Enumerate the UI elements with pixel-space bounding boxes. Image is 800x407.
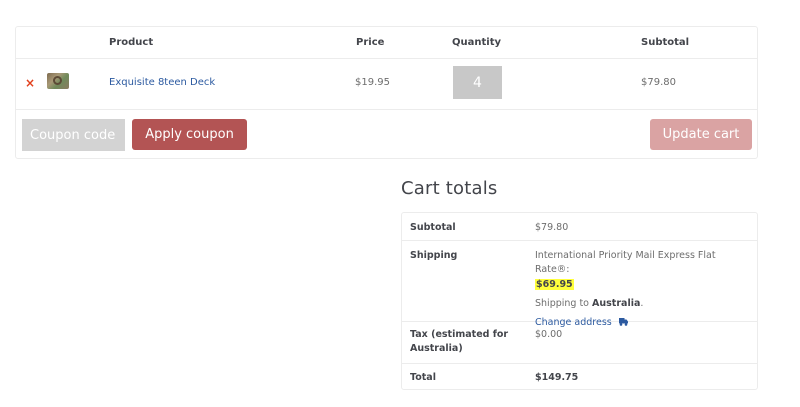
shipping-label: Shipping [410,250,458,261]
header-quantity: Quantity [452,37,501,48]
cart-totals-table: Subtotal $79.80 Shipping International P… [401,212,758,390]
cart-totals-title: Cart totals [401,178,498,199]
totals-row-shipping: Shipping International Priority Mail Exp… [402,241,757,328]
shipping-country: Australia [592,298,641,309]
subtotal-label: Subtotal [410,222,456,233]
remove-icon[interactable]: × [25,77,35,89]
cart-table-header: Product Price Quantity Subtotal [16,27,757,59]
update-cart-button[interactable]: Update cart [650,119,752,150]
product-name-link[interactable]: Exquisite 8teen Deck [109,77,215,88]
item-price: $19.95 [355,77,390,88]
cart-item-row: × Exquisite 8teen Deck $19.95 $79.80 [16,59,757,110]
totals-row-subtotal: Subtotal $79.80 [402,213,757,241]
product-thumbnail[interactable] [47,73,69,89]
header-product: Product [109,37,154,48]
tax-value: $0.00 [535,329,563,340]
subtotal-value: $79.80 [535,222,569,233]
totals-row-total: Total $149.75 [402,364,757,390]
shipping-destination: Shipping to Australia. [535,298,644,309]
cart-table: Product Price Quantity Subtotal × Exquis… [15,26,758,159]
apply-coupon-button[interactable]: Apply coupon [132,119,247,150]
total-label: Total [410,372,436,383]
header-subtotal: Subtotal [641,37,690,48]
coupon-code-input[interactable] [22,119,125,151]
tax-label: Tax (estimated for Australia) [410,329,509,354]
item-subtotal: $79.80 [641,77,676,88]
quantity-input[interactable] [453,66,502,99]
header-price: Price [356,37,385,48]
shipping-details: International Priority Mail Express Flat… [535,249,750,330]
totals-row-tax: Tax (estimated for Australia) $0.00 [402,322,757,364]
shipping-method: International Priority Mail Express Flat… [535,250,716,275]
total-value: $149.75 [535,372,579,383]
shipping-price: $69.95 [535,279,574,290]
